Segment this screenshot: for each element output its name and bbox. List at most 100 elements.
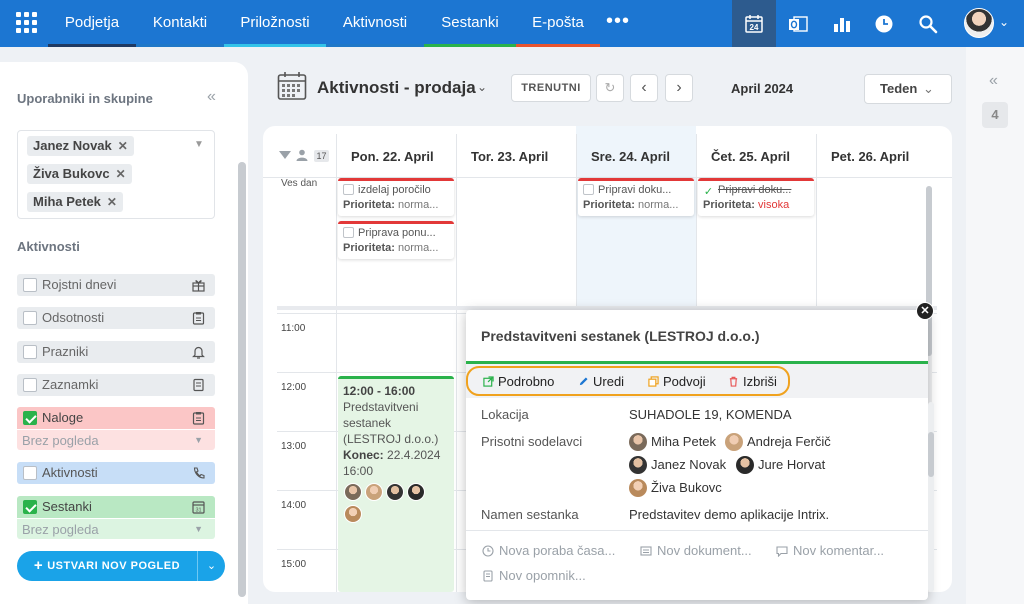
activity-filter-label: Naloge	[42, 410, 84, 425]
next-week-button[interactable]: ›	[665, 74, 693, 102]
attendee[interactable]: Živa Bukovc	[629, 479, 722, 497]
nav-tab-underline	[48, 44, 136, 47]
chevron-down-icon[interactable]: ⌄	[477, 80, 487, 94]
clock-icon	[875, 15, 893, 32]
task-title-text: Priprava ponu...	[358, 227, 436, 239]
attendee-avatar	[386, 483, 404, 501]
user-chip: Janez Novak ✕	[27, 136, 134, 156]
attendee-avatar	[725, 433, 743, 451]
add-time-entry-link[interactable]: Nova poraba časa...	[482, 543, 615, 558]
attendee[interactable]: Miha Petek	[629, 433, 716, 451]
activity-checkbox[interactable]	[23, 311, 37, 325]
task-card-bar	[338, 221, 454, 224]
chevron-down-icon: ⌄	[206, 560, 217, 572]
activity-filter-rojstni-dnevi[interactable]: Rojstni dnevi	[17, 274, 215, 296]
chevron-down-icon[interactable]: ⌄	[999, 15, 1009, 29]
nav-tab-podjetja[interactable]: Podjetja	[48, 0, 136, 47]
close-popup-icon[interactable]: ✕	[916, 302, 934, 320]
outlook-icon	[789, 15, 808, 32]
activity-filter-zaznamki[interactable]: Zaznamki	[17, 374, 215, 396]
task-card[interactable]: izdelaj poročilo Prioriteta: norma...	[338, 178, 454, 216]
task-card[interactable]: ✓ Pripravi doku... Prioriteta: visoka	[698, 178, 814, 216]
meeting-event[interactable]: 12:00 - 16:00 Predstavitveni sestanek (L…	[338, 376, 454, 592]
activity-filter-label: Zaznamki	[42, 377, 99, 392]
activity-filter-prazniki[interactable]: Prazniki	[17, 341, 215, 363]
refresh-icon[interactable]: ↻	[596, 74, 624, 102]
activity-checkbox[interactable]	[23, 411, 37, 425]
scrollbar-thumb[interactable]	[928, 432, 934, 477]
attendee[interactable]: Janez Novak	[629, 456, 726, 474]
duplicate-button[interactable]: Podvoji	[648, 374, 706, 389]
nav-tab-aktivnosti[interactable]: Aktivnosti	[326, 0, 424, 47]
apps-grid-icon[interactable]	[16, 12, 38, 34]
remove-chip-icon[interactable]: ✕	[107, 195, 117, 209]
nav-tab-sestanki[interactable]: Sestanki	[424, 0, 516, 47]
remove-chip-icon[interactable]: ✕	[116, 167, 126, 181]
task-title: izdelaj poročilo	[343, 184, 431, 196]
prev-week-button[interactable]: ‹	[630, 74, 658, 102]
expand-panel-icon[interactable]: «	[989, 72, 998, 90]
activity-checkbox[interactable]	[23, 378, 37, 392]
sidebar-scrollbar[interactable]	[238, 162, 246, 597]
sestanki-view-select[interactable]: Brez pogleda ▼	[17, 519, 215, 539]
attendee[interactable]: Jure Horvat	[736, 456, 825, 474]
attendee-name: Andreja Ferčič	[747, 434, 831, 449]
task-checked-icon[interactable]: ✓	[703, 187, 714, 198]
create-view-dropdown[interactable]: ⌄	[197, 551, 225, 581]
task-card[interactable]: Pripravi doku... Prioriteta: norma...	[578, 178, 694, 216]
details-button[interactable]: Podrobno	[483, 374, 554, 389]
activity-filter-aktivnosti[interactable]: Aktivnosti	[17, 462, 215, 484]
activity-filter-odsotnosti[interactable]: Odsotnosti	[17, 307, 215, 329]
attendee[interactable]: Andreja Ferčič	[725, 433, 831, 451]
calendar-nav-button[interactable]: 24	[732, 0, 776, 47]
nav-tab-kontakti[interactable]: Kontakti	[136, 0, 224, 47]
add-comment-link[interactable]: Nov komentar...	[776, 543, 884, 558]
activity-checkbox[interactable]	[23, 500, 37, 514]
naloge-view-select[interactable]: Brez pogleda ▼	[17, 430, 215, 450]
nav-tab-priloznosti[interactable]: Priložnosti	[224, 0, 326, 47]
activity-checkbox[interactable]	[23, 345, 37, 359]
task-title: ✓ Pripravi doku...	[703, 184, 791, 198]
svg-text:31: 31	[195, 508, 201, 514]
comment-icon	[776, 546, 788, 557]
outlook-nav-button[interactable]	[776, 0, 820, 47]
collapse-sidebar-icon[interactable]: «	[207, 88, 216, 106]
task-checkbox[interactable]	[343, 227, 354, 238]
add-reminder-link[interactable]: Nov opomnik...	[482, 568, 586, 583]
task-checkbox[interactable]	[343, 184, 354, 195]
count-badge[interactable]: 4	[982, 102, 1008, 128]
dropdown-caret-icon[interactable]: ▼	[194, 139, 204, 150]
nav-tab-label: Priložnosti	[240, 14, 310, 31]
scrollbar-thumb[interactable]	[238, 162, 246, 597]
view-mode-select[interactable]: Teden ⌄	[864, 74, 952, 104]
activity-filter-naloge[interactable]: Naloge	[17, 407, 215, 429]
task-card[interactable]: Priprava ponu... Prioriteta: norma...	[338, 221, 454, 259]
activity-checkbox[interactable]	[23, 278, 37, 292]
user-avatar[interactable]	[964, 8, 994, 38]
popup-title: Predstavitveni sestanek (LESTROJ d.o.o.)	[481, 328, 760, 344]
search-nav-button[interactable]	[906, 0, 950, 47]
activity-filter-sestanki[interactable]: Sestanki 31	[17, 496, 215, 518]
collapse-allday-icon[interactable]	[279, 151, 291, 159]
add-time-entry-label: Nova poraba časa...	[499, 543, 616, 558]
note-icon	[193, 378, 204, 392]
edit-button[interactable]: Uredi	[578, 374, 624, 389]
activity-checkbox[interactable]	[23, 466, 37, 480]
users-select[interactable]: Janez Novak ✕ Živa Bukovc ✕ Miha Petek ✕ ▼	[17, 130, 215, 219]
activity-filter-label: Aktivnosti	[42, 465, 98, 480]
add-document-label: Nov dokument...	[657, 543, 752, 558]
time-nav-button[interactable]	[862, 0, 906, 47]
delete-button[interactable]: Izbriši	[728, 374, 777, 389]
task-checkbox[interactable]	[583, 184, 594, 195]
activities-heading: Aktivnosti	[17, 239, 80, 254]
attendee-name: Živa Bukovc	[651, 480, 722, 495]
today-button[interactable]: TRENUTNI	[511, 74, 591, 102]
popup-scrollbar[interactable]	[928, 402, 934, 592]
remove-chip-icon[interactable]: ✕	[118, 139, 128, 153]
more-menu-icon[interactable]: •••	[606, 0, 630, 47]
reports-nav-button[interactable]	[820, 0, 864, 47]
create-view-button[interactable]: + USTVARI NOV POGLED	[17, 551, 197, 581]
dropdown-caret-icon: ▼	[194, 435, 203, 445]
nav-tab-eposta[interactable]: E-pošta	[516, 0, 600, 47]
add-document-link[interactable]: Nov dokument...	[640, 543, 752, 558]
